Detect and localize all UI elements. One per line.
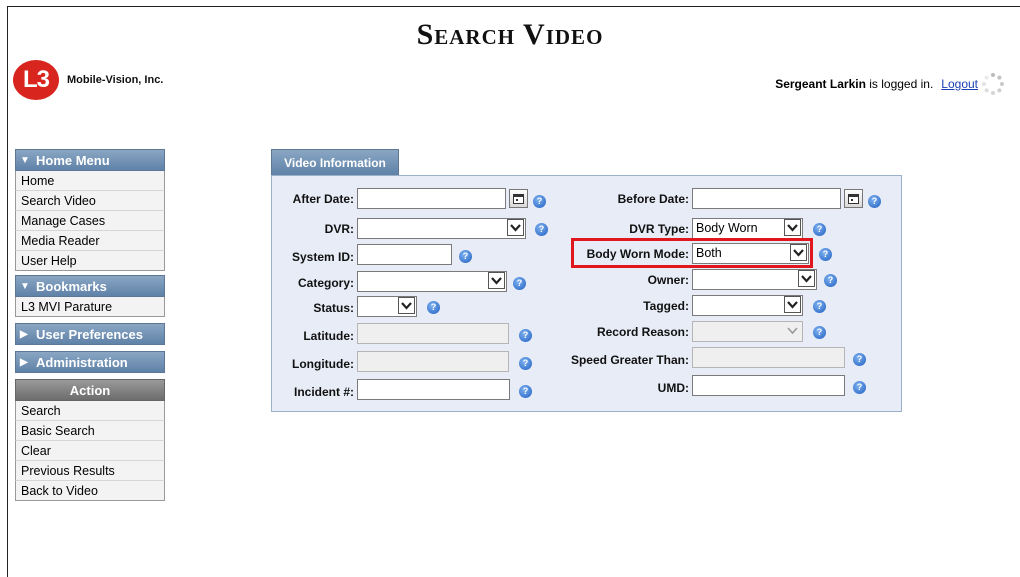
chevron-down-icon[interactable] [798,270,815,287]
action-basic-search[interactable]: Basic Search [15,421,165,441]
chevron-down-icon[interactable] [784,296,801,313]
latitude-label: Latitude: [303,329,354,343]
company-logo: L3 Mobile-Vision, Inc. [13,60,163,100]
user-preferences-header[interactable]: ▶ User Preferences [15,323,165,345]
help-icon[interactable]: ? [535,223,548,236]
page-title: Search Video [416,18,604,51]
dvr-type-label: DVR Type: [629,222,689,236]
sidebar-item-search-video[interactable]: Search Video [15,191,165,211]
action-clear[interactable]: Clear [15,441,165,461]
help-icon[interactable]: ? [519,357,532,370]
help-icon[interactable]: ? [813,223,826,236]
sidebar-item-home[interactable]: Home [15,171,165,191]
triangle-down-icon: ▼ [20,280,30,292]
user-preferences-label: User Preferences [36,326,143,342]
video-information-panel: After Date: ? DVR: ? System ID: ? Catego… [271,175,902,412]
help-icon[interactable]: ? [427,301,440,314]
status-label: Status: [313,301,354,315]
umd-label: UMD: [657,381,689,395]
chevron-down-icon [784,322,801,339]
longitude-field [357,351,509,372]
dvr-label: DVR: [324,222,354,236]
after-date-label: After Date: [292,192,354,206]
chevron-down-icon[interactable] [398,297,415,314]
logged-in-text: is logged in. [865,77,934,91]
chevron-down-icon[interactable] [488,272,505,289]
tagged-label: Tagged: [643,299,689,313]
logo-text: Mobile-Vision, Inc. [67,74,164,86]
login-info: Sergeant Larkin is logged in. Logout [775,77,978,91]
system-id-field[interactable] [357,244,452,265]
incident-field[interactable] [357,379,510,400]
owner-label: Owner: [647,273,689,287]
category-label: Category: [297,276,354,290]
umd-field[interactable] [692,375,845,396]
action-header: Action [15,379,165,401]
speed-greater-than-field [692,347,845,368]
help-icon[interactable]: ? [813,326,826,339]
help-icon[interactable]: ? [513,277,526,290]
chevron-down-icon[interactable] [507,219,524,236]
triangle-down-icon: ▼ [20,154,30,166]
sidebar-item-manage-cases[interactable]: Manage Cases [15,211,165,231]
dvr-select[interactable] [357,218,526,239]
action-search[interactable]: Search [15,401,165,421]
user-name: Sergeant Larkin [775,77,866,91]
help-icon[interactable]: ? [853,381,866,394]
help-icon[interactable]: ? [533,195,546,208]
before-date-label: Before Date: [617,192,689,206]
triangle-right-icon: ▶ [20,328,28,340]
before-date-field[interactable] [692,188,841,209]
sidebar: ▼ Home Menu Home Search Video Manage Cas… [15,149,165,501]
home-menu-label: Home Menu [36,152,110,168]
after-date-field[interactable] [357,188,506,209]
help-icon[interactable]: ? [519,385,532,398]
home-menu-header[interactable]: ▼ Home Menu [15,149,165,171]
triangle-right-icon: ▶ [20,356,28,368]
calendar-icon[interactable] [844,189,863,208]
bookmarks-label: Bookmarks [36,278,107,294]
bookmarks-header[interactable]: ▼ Bookmarks [15,275,165,297]
logout-link[interactable]: Logout [941,77,978,91]
sidebar-item-l3-mvi-parature[interactable]: L3 MVI Parature [15,297,165,317]
help-icon[interactable]: ? [519,329,532,342]
category-select[interactable] [357,271,507,292]
sidebar-item-user-help[interactable]: User Help [15,251,165,271]
administration-label: Administration [36,354,128,370]
help-icon[interactable]: ? [819,248,832,261]
action-previous-results[interactable]: Previous Results [15,461,165,481]
help-icon[interactable]: ? [868,195,881,208]
l3-logo-icon: L3 [13,60,59,100]
system-id-label: System ID: [291,250,354,264]
latitude-field [357,323,509,344]
loading-spinner-icon [982,73,1004,95]
body-worn-mode-label: Body Worn Mode: [586,247,689,261]
sidebar-item-media-reader[interactable]: Media Reader [15,231,165,251]
tab-video-information[interactable]: Video Information [271,149,399,175]
calendar-icon[interactable] [509,189,528,208]
chevron-down-icon[interactable] [784,219,801,236]
help-icon[interactable]: ? [813,300,826,313]
incident-label: Incident #: [293,385,354,399]
record-reason-label: Record Reason: [596,325,689,339]
help-icon[interactable]: ? [824,274,837,287]
longitude-label: Longitude: [292,357,354,371]
help-icon[interactable]: ? [459,250,472,263]
chevron-down-icon[interactable] [790,244,807,261]
administration-header[interactable]: ▶ Administration [15,351,165,373]
action-back-to-video[interactable]: Back to Video [15,481,165,501]
speed-greater-than-label: Speed Greater Than: [570,353,689,367]
help-icon[interactable]: ? [853,353,866,366]
